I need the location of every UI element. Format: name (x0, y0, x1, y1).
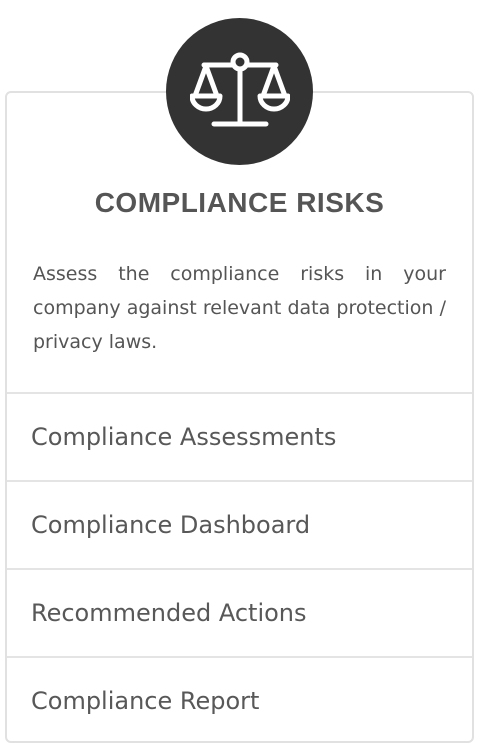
compliance-menu: Compliance Assessments Compliance Dashbo… (7, 392, 472, 744)
card-description: Assess the compliance risks in your comp… (33, 263, 446, 353)
menu-item-recommended-actions[interactable]: Recommended Actions (7, 568, 472, 656)
compliance-risks-card: COMPLIANCE RISKS Assess the compliance r… (5, 91, 474, 743)
menu-item-compliance-assessments[interactable]: Compliance Assessments (7, 392, 472, 480)
menu-item-compliance-report[interactable]: Compliance Report (7, 656, 472, 744)
compliance-icon-badge (166, 18, 313, 165)
card-title: COMPLIANCE RISKS (94, 187, 385, 218)
menu-item-compliance-dashboard[interactable]: Compliance Dashboard (7, 480, 472, 568)
balance-scale-icon (189, 52, 290, 126)
